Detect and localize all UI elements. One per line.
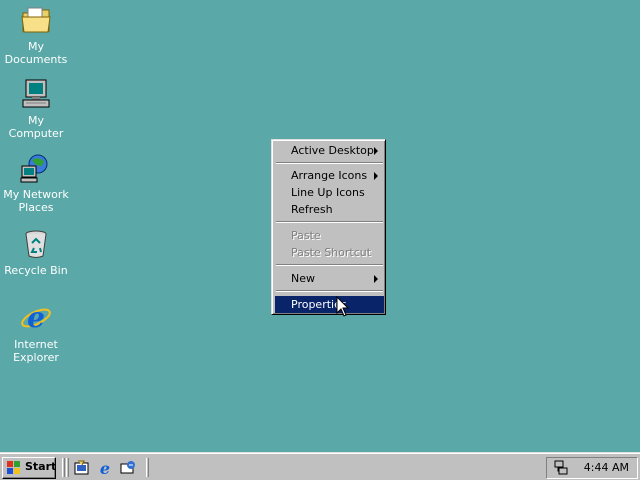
desktop-icon-label-line-2: Explorer — [13, 351, 59, 364]
menu-item-label: Refresh — [291, 203, 333, 216]
menu-separator — [276, 264, 383, 266]
menu-item-paste-shortcut: Paste Shortcut — [275, 244, 384, 261]
start-button[interactable]: Start — [2, 457, 56, 479]
start-label: Start — [25, 460, 57, 473]
desktop-icon-my-documents[interactable]: My Documents — [0, 4, 72, 66]
desktop-icon-label-line-1: Internet — [14, 338, 58, 351]
menu-item-label: Active Desktop — [291, 144, 374, 157]
desktop-icon-label-line-1: My Network — [3, 188, 69, 201]
recycle-bin-icon — [20, 228, 52, 260]
menu-item-arrange-icons[interactable]: Arrange Icons — [275, 167, 384, 184]
desktop-icon-label: My Computer — [8, 114, 64, 140]
system-tray: 4:44 AM — [546, 457, 638, 479]
desktop-context-menu: Active Desktop Arrange Icons Line Up Ico… — [271, 139, 386, 315]
menu-item-line-up-icons[interactable]: Line Up Icons — [275, 184, 384, 201]
menu-item-label: Arrange Icons — [291, 169, 368, 182]
desktop-icon-my-network-places[interactable]: My Network Places — [0, 152, 72, 214]
folder-documents-icon — [20, 4, 52, 36]
menu-item-properties[interactable]: Properties — [275, 296, 384, 313]
desktop-icon-label: My Documents — [4, 40, 68, 66]
menu-item-label: New — [291, 272, 315, 285]
menu-item-refresh[interactable]: Refresh — [275, 201, 384, 218]
menu-separator — [276, 221, 383, 223]
taskbar: Start e 4:44 AM — [0, 452, 640, 480]
toolbar-grip[interactable] — [146, 458, 149, 477]
show-desktop-icon[interactable] — [74, 460, 90, 476]
menu-separator — [276, 290, 383, 292]
taskbar-clock[interactable]: 4:44 AM — [584, 461, 629, 475]
windows-logo-icon — [7, 461, 20, 474]
svg-text:e: e — [27, 302, 45, 334]
submenu-arrow-icon — [374, 172, 378, 180]
menu-item-paste: Paste — [275, 227, 384, 244]
menu-item-label: Paste — [291, 229, 321, 242]
desktop-icon-recycle-bin[interactable]: Recycle Bin — [0, 228, 72, 277]
network-icon — [20, 152, 52, 184]
toolbar-grip[interactable] — [62, 458, 65, 477]
desktop-icon-internet-explorer[interactable]: e Internet Explorer — [0, 301, 72, 364]
toolbar-grip[interactable] — [66, 458, 69, 477]
menu-item-active-desktop[interactable]: Active Desktop — [275, 142, 384, 159]
internet-explorer-icon: e — [20, 301, 52, 334]
submenu-arrow-icon — [374, 147, 378, 155]
internet-explorer-icon[interactable]: e — [97, 460, 113, 476]
menu-item-label: Line Up Icons — [291, 186, 365, 199]
desktop-icon-label-line-2: Places — [18, 201, 54, 214]
mouse-pointer-icon — [336, 296, 350, 317]
desktop-icon-label: Recycle Bin — [4, 264, 68, 277]
outlook-express-icon[interactable] — [120, 460, 136, 476]
menu-separator — [276, 162, 383, 164]
svg-text:e: e — [100, 460, 110, 476]
menu-item-label: Paste Shortcut — [291, 246, 372, 259]
network-connection-icon[interactable] — [553, 460, 569, 476]
submenu-arrow-icon — [374, 275, 378, 283]
menu-item-new[interactable]: New — [275, 270, 384, 287]
desktop-icon-my-computer[interactable]: My Computer — [0, 78, 72, 140]
computer-icon — [20, 78, 52, 110]
